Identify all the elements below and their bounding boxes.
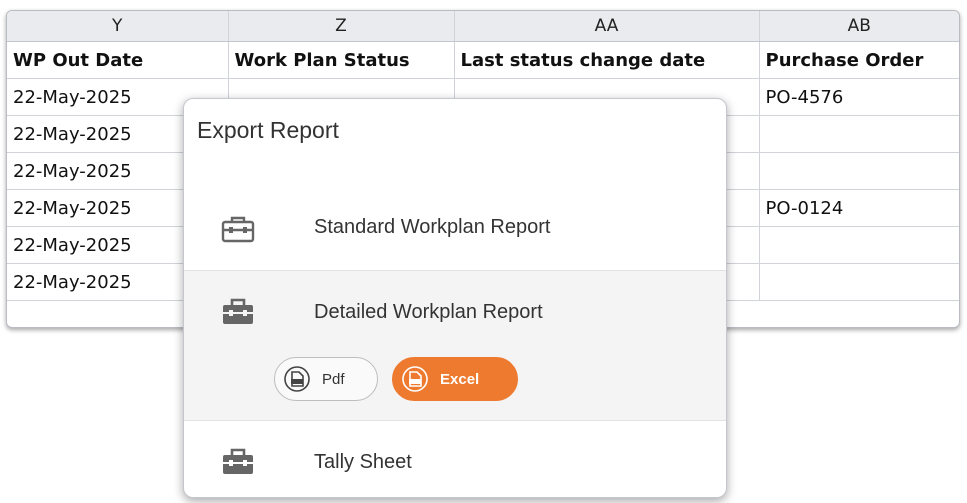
menu-item-label: Tally Sheet bbox=[314, 451, 412, 473]
popup-title: Export Report bbox=[197, 117, 339, 143]
menu-item-standard-workplan-report[interactable]: Standard Workplan Report bbox=[184, 195, 726, 267]
cell[interactable] bbox=[758, 152, 959, 190]
column-letter[interactable]: AB bbox=[758, 11, 959, 42]
cell[interactable]: PO-4576 bbox=[758, 78, 959, 116]
excel-button-label: Excel bbox=[440, 370, 480, 388]
cell[interactable]: PO-0124 bbox=[758, 189, 959, 227]
header-cell[interactable]: Last status change date bbox=[453, 41, 760, 79]
menu-item-detailed-workplan-report[interactable]: Detailed Workplan Report Pdf Excel bbox=[184, 270, 726, 421]
toolbox-filled-icon bbox=[223, 448, 253, 474]
xls-file-icon bbox=[402, 366, 428, 392]
header-cell[interactable]: WP Out Date bbox=[7, 41, 229, 79]
menu-item-label: Standard Workplan Report bbox=[314, 216, 551, 238]
toolbox-outline-icon bbox=[221, 216, 255, 243]
header-row: WP Out Date Work Plan Status Last status… bbox=[7, 41, 959, 79]
cell[interactable] bbox=[758, 263, 959, 301]
export-report-popup: Export Report Standard Workplan Report D… bbox=[183, 98, 727, 498]
menu-item-tally-sheet[interactable]: Tally Sheet bbox=[184, 421, 726, 497]
column-letter-row: Y Z AA AB bbox=[7, 11, 959, 42]
pdf-export-button[interactable]: Pdf bbox=[274, 357, 378, 401]
column-letter[interactable]: AA bbox=[453, 11, 760, 42]
header-cell[interactable]: Purchase Order bbox=[758, 41, 959, 79]
pdf-button-label: Pdf bbox=[322, 370, 345, 388]
header-cell[interactable]: Work Plan Status bbox=[227, 41, 455, 79]
pdf-file-icon bbox=[284, 366, 310, 392]
menu-item-label: Detailed Workplan Report bbox=[314, 301, 543, 323]
column-letter[interactable]: Y bbox=[7, 11, 229, 42]
toolbox-filled-icon bbox=[223, 298, 253, 324]
cell[interactable] bbox=[758, 226, 959, 264]
cell[interactable] bbox=[758, 115, 959, 153]
excel-export-button[interactable]: Excel bbox=[392, 357, 518, 401]
column-letter[interactable]: Z bbox=[227, 11, 455, 42]
